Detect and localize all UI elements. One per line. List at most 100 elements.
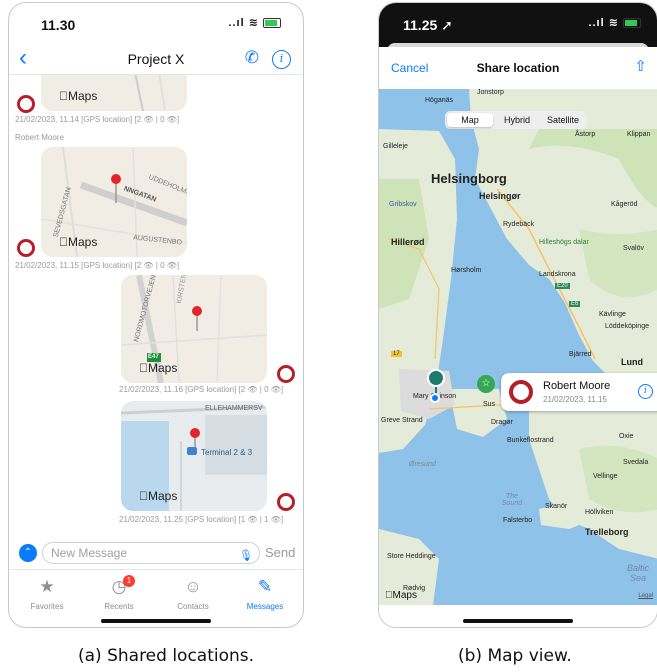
star-icon: ★ — [39, 577, 55, 596]
map-view-screen: 11.25 ➚ ..ıl ≋ Cancel Share location ⇧ M… — [378, 2, 657, 628]
place-label: Oxie — [619, 433, 634, 440]
place-label: Falsterbo — [503, 517, 533, 524]
apple-maps-label: Maps — [139, 489, 177, 503]
home-indicator — [101, 619, 211, 623]
recents-badge: 1 — [123, 575, 135, 587]
place-label: Höllviken — [585, 509, 614, 516]
place-label: Kågeröd — [611, 201, 638, 208]
sender-avatar[interactable] — [17, 239, 35, 257]
sheet-title: Share location — [476, 61, 560, 75]
location-message-3[interactable]: NORDMOTORVEJEN KIRSTEN E47 Maps — [121, 275, 267, 383]
place-label: Skanör — [545, 503, 568, 510]
place-label: Dragør — [491, 419, 513, 426]
status-time: 11.30 — [41, 17, 76, 33]
send-button[interactable]: Send — [265, 545, 295, 560]
road-sign-e47: E47 — [148, 354, 159, 360]
callout-info-icon[interactable]: i — [638, 384, 653, 399]
map-type-map[interactable]: Map — [447, 113, 493, 127]
tab-favorites[interactable]: ★ Favorites — [17, 576, 77, 611]
tab-contacts[interactable]: ☺ Contacts — [163, 576, 223, 611]
user-location-dot — [430, 393, 440, 403]
place-label: Åstorp — [575, 131, 596, 138]
status-bar: 11.30 ..ıl ≋ — [9, 3, 303, 45]
place-label: Svedala — [623, 459, 649, 466]
place-label: Baltic Sea — [626, 563, 649, 583]
status-bar: 11.25 ➚ ..ıl ≋ — [379, 3, 657, 47]
clock-icon: ◷ — [111, 577, 127, 596]
map-type-segmented-control: Map Hybrid Satellite — [445, 111, 587, 129]
callout-name: Robert Moore — [543, 380, 611, 392]
battery-icon — [623, 18, 641, 29]
phone-call-icon[interactable]: ✆ — [245, 48, 259, 68]
place-label: Øresund — [409, 461, 436, 468]
chat-header: ‹ Project X ✆ i — [9, 45, 303, 75]
signal-wifi-icons: ..ıl ≋ — [228, 16, 281, 29]
message-input-bar: ⌃ New Message 🎙 Send — [9, 539, 303, 567]
place-label: Greve Strand — [381, 417, 423, 424]
map-view[interactable]: Map Hybrid Satellite Höganäs Jonstorp Ås… — [379, 89, 657, 605]
caption-a: (a) Shared locations. — [78, 646, 255, 666]
legal-link[interactable]: Legal — [638, 593, 653, 599]
caption-b: (b) Map view. — [458, 646, 572, 666]
road-sign: E6 — [569, 301, 581, 307]
tab-messages[interactable]: ✎ Messages — [235, 576, 295, 611]
place-label: The Sound — [501, 493, 523, 507]
road-sign: 17 — [391, 351, 402, 357]
star-pin-icon[interactable]: ☆ — [477, 375, 495, 393]
place-label: Bjärred — [569, 351, 592, 358]
place-label: Jonstorp — [477, 89, 504, 96]
own-avatar[interactable] — [277, 365, 295, 383]
place-label: Rydebäck — [503, 221, 535, 228]
place-label: Vellinge — [593, 473, 618, 480]
home-indicator — [463, 619, 573, 623]
message-input[interactable]: New Message 🎙 — [42, 542, 260, 564]
location-message-4[interactable]: ELLEHAMMERSV Terminal 2 & 3 Maps — [121, 401, 267, 511]
street-label: ELLEHAMMERSV — [205, 405, 263, 412]
info-icon[interactable]: i — [272, 50, 291, 69]
place-label: Lund — [621, 357, 643, 367]
contact-avatar — [509, 380, 533, 404]
place-label: Trelleborg — [585, 527, 629, 537]
sender-avatar[interactable] — [17, 95, 35, 113]
location-message-1[interactable]: Maps — [41, 75, 187, 111]
bottom-area — [379, 605, 657, 627]
place-label: Store Heddinge — [387, 553, 436, 560]
place-label: Gribskov — [389, 201, 417, 208]
place-label: Svalöv — [623, 245, 645, 252]
place-label: Gilleleje — [383, 143, 408, 150]
place-label: Landskrona — [539, 271, 576, 278]
message-meta: 21/02/2023, 11.25 [GPS location] [1 👁 | … — [119, 515, 284, 524]
apple-maps-logo: Maps — [385, 590, 417, 601]
location-pin-icon[interactable] — [427, 369, 445, 387]
place-label: Hilleshögs dalar — [539, 239, 589, 246]
compose-icon: ✎ — [257, 577, 273, 596]
battery-icon — [263, 18, 281, 29]
apple-maps-label: Maps — [59, 89, 97, 103]
place-label: Sus — [483, 401, 496, 408]
terminal-label: Terminal 2 & 3 — [201, 448, 253, 457]
place-label: Löddeköpinge — [605, 323, 649, 330]
place-label: Höganäs — [425, 97, 454, 104]
message-meta: 21/02/2023, 11.16 [GPS location] [2 👁 | … — [119, 385, 284, 394]
callout-date: 21/02/2023, 11.15 — [543, 395, 607, 404]
apple-maps-label: Maps — [59, 235, 97, 249]
tab-bar: ★ Favorites ◷ 1 Recents ☺ Contacts ✎ Messages — [9, 569, 303, 627]
tab-recents[interactable]: ◷ 1 Recents — [89, 575, 149, 611]
shared-locations-screen: 11.30 ..ıl ≋ ‹ Project X ✆ i Maps 21/02… — [8, 2, 304, 628]
contact-location-callout[interactable]: Robert Moore 21/02/2023, 11.15 i — [501, 373, 657, 411]
share-icon[interactable]: ⇧ — [634, 57, 647, 75]
expand-icon[interactable]: ⌃ — [19, 544, 37, 562]
own-avatar[interactable] — [277, 493, 295, 511]
message-meta: 21/02/2023, 11.14 [GPS location] [2 👁 | … — [15, 115, 180, 124]
place-label: Helsingør — [479, 191, 521, 201]
message-meta: 21/02/2023, 11.15 [GPS location] [2 👁 | … — [15, 261, 180, 270]
sender-name: Robert Moore — [15, 133, 64, 142]
message-list[interactable]: Maps 21/02/2023, 11.14 [GPS location] [… — [9, 75, 303, 537]
location-message-2[interactable]: UDDEHOLMSG NNGATAN AUGUSTENBO SEVEDSGATA… — [41, 147, 187, 257]
map-type-hybrid[interactable]: Hybrid — [495, 113, 539, 127]
place-label: Klippan — [627, 131, 651, 138]
map-type-satellite[interactable]: Satellite — [541, 113, 585, 127]
place-label: Kävlinge — [599, 311, 626, 318]
place-label: Helsingborg — [431, 171, 507, 186]
mic-icon[interactable]: 🎙 — [239, 546, 253, 566]
